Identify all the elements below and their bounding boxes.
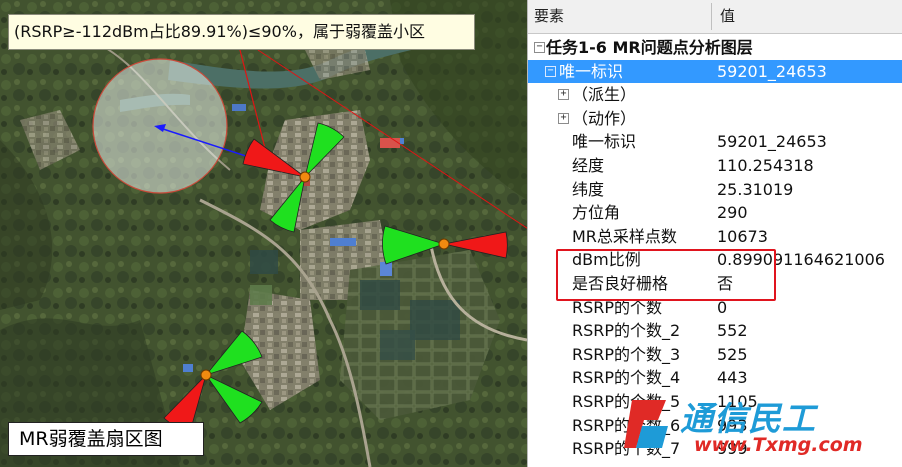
property-key: 唯一标识 — [559, 61, 624, 81]
property-key: RSRP的个数_4 — [572, 368, 681, 388]
property-row[interactable]: + （动作） — [528, 107, 902, 131]
property-row[interactable]: RSRP的个数 0 — [528, 296, 902, 320]
property-key: 任务1-6 MR问题点分析图层 — [546, 38, 753, 57]
property-value: 25.31019 — [717, 179, 794, 199]
property-key: dBm比例 — [572, 250, 641, 270]
property-key: RSRP的个数 — [572, 297, 663, 317]
property-key: 是否良好栅格 — [572, 273, 669, 293]
site-marker[interactable] — [299, 171, 311, 183]
property-row[interactable]: dBm比例 0.899091164621006 — [528, 248, 902, 272]
map-view[interactable]: (RSRP≥-112dBm占比89.91%)≤90%，属于弱覆盖小区 MR弱覆盖… — [0, 0, 527, 467]
property-key: RSRP的个数_3 — [572, 344, 681, 364]
column-header-value[interactable]: 值 — [720, 0, 735, 33]
property-row[interactable]: RSRP的个数_4 443 — [528, 366, 902, 390]
property-grid[interactable]: 要素 值 − 任务1-6 MR问题点分析图层 − 唯一标识 59201_24653 + （派… — [527, 0, 902, 467]
property-value: 993 — [717, 415, 748, 435]
property-row[interactable]: 唯一标识 59201_24653 — [528, 130, 902, 154]
grid-header: 要素 值 — [528, 0, 902, 34]
property-key: （派生） — [572, 85, 637, 105]
property-row[interactable]: 方位角 290 — [528, 201, 902, 225]
site-marker[interactable] — [438, 238, 450, 250]
satellite-map — [0, 0, 527, 467]
property-key: RSRP的个数_6 — [572, 415, 681, 435]
property-value: 0 — [717, 297, 728, 317]
property-value: 59201_24653 — [717, 132, 827, 152]
property-key: 纬度 — [572, 179, 605, 199]
grid-rows: − 任务1-6 MR问题点分析图层 − 唯一标识 59201_24653 + （派生） + （动… — [528, 36, 902, 461]
layer-group-row[interactable]: − 任务1-6 MR问题点分析图层 — [528, 36, 902, 60]
property-value: 999 — [717, 439, 748, 459]
property-row[interactable]: RSRP的个数_2 552 — [528, 319, 902, 343]
property-value: 10673 — [717, 226, 768, 246]
property-key: 经度 — [572, 155, 605, 175]
property-row[interactable]: 经度 110.254318 — [528, 154, 902, 178]
site-marker[interactable] — [200, 369, 212, 381]
property-value: 0.899091164621006 — [717, 250, 885, 270]
property-key: RSRP的个数_5 — [572, 391, 681, 411]
property-value: 443 — [717, 368, 748, 388]
weak-coverage-callout: (RSRP≥-112dBm占比89.91%)≤90%，属于弱覆盖小区 — [8, 14, 475, 50]
property-row[interactable]: RSRP的个数_5 1105 — [528, 390, 902, 414]
property-value: 否 — [717, 273, 734, 293]
property-row[interactable]: − 唯一标识 59201_24653 — [528, 59, 902, 84]
property-row[interactable]: RSRP的个数_6 993 — [528, 414, 902, 438]
property-key: RSRP的个数_7 — [572, 439, 681, 459]
property-value: 59201_24653 — [717, 61, 827, 81]
property-row[interactable]: RSRP的个数_7 999 — [528, 437, 902, 461]
property-value: 1105 — [717, 391, 758, 411]
collapse-icon[interactable]: − — [545, 65, 556, 77]
collapse-icon[interactable]: − — [534, 42, 545, 53]
property-key: RSRP的个数_2 — [572, 321, 681, 341]
property-key: 唯一标识 — [572, 132, 637, 152]
property-value: 525 — [717, 344, 748, 364]
expand-icon[interactable]: + — [558, 89, 569, 101]
property-row[interactable]: + （派生） — [528, 83, 902, 107]
property-row[interactable]: MR总采样点数 10673 — [528, 225, 902, 249]
map-caption: MR弱覆盖扇区图 — [8, 422, 204, 456]
property-key: MR总采样点数 — [572, 226, 677, 246]
property-key: 方位角 — [572, 203, 621, 223]
column-header-key[interactable]: 要素 — [534, 0, 564, 33]
property-row[interactable]: RSRP的个数_3 525 — [528, 343, 902, 367]
expand-icon[interactable]: + — [558, 112, 569, 124]
property-value: 110.254318 — [717, 155, 814, 175]
property-value: 552 — [717, 321, 748, 341]
property-key: （动作） — [572, 108, 637, 128]
property-row[interactable]: 是否良好栅格 否 — [528, 272, 902, 296]
column-divider[interactable] — [711, 3, 712, 30]
property-value: 290 — [717, 203, 748, 223]
property-row[interactable]: 纬度 25.31019 — [528, 178, 902, 202]
